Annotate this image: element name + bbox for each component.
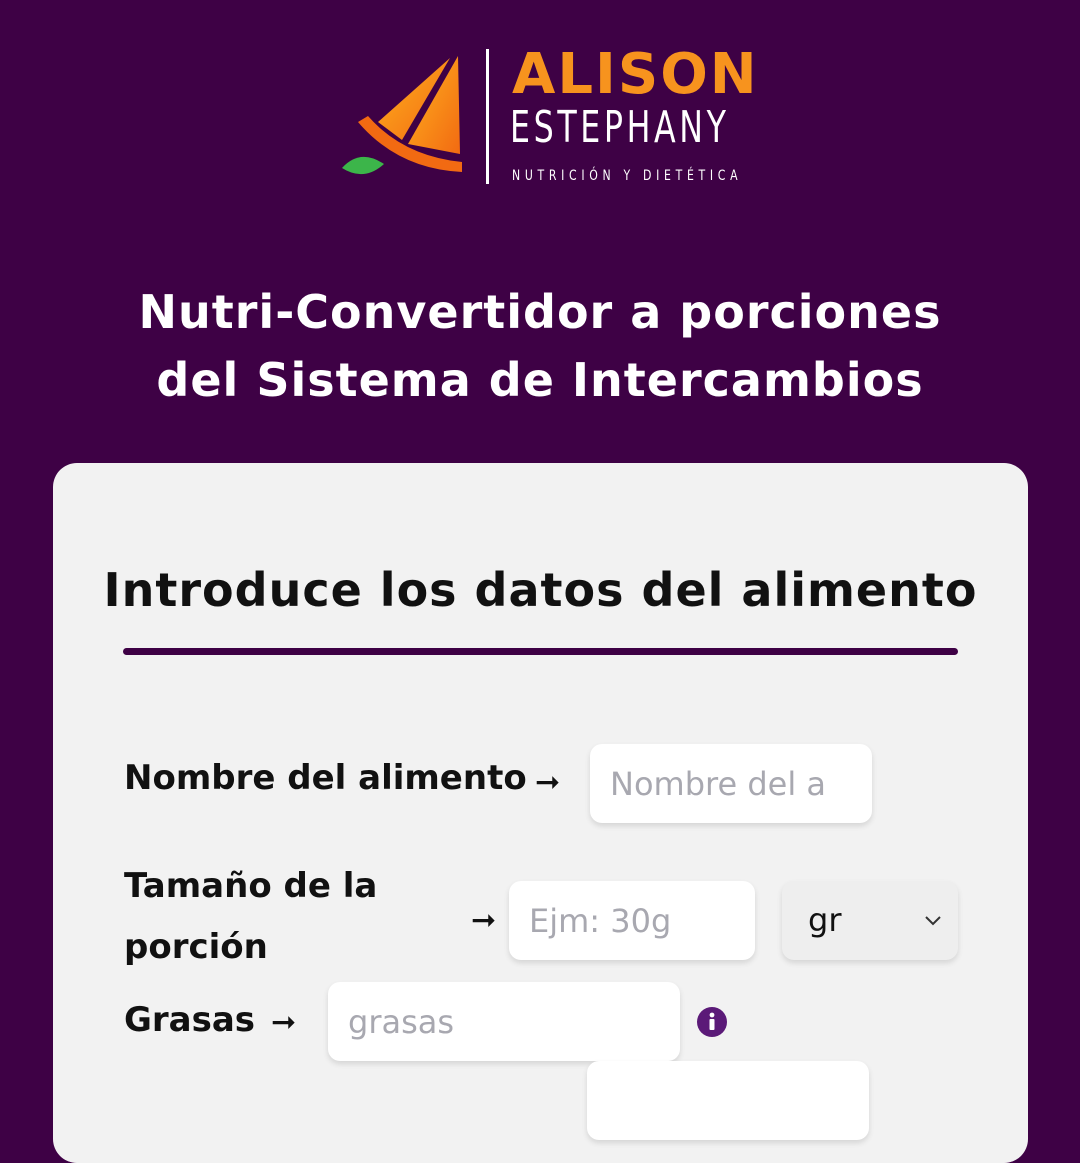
title-underline-divider: [123, 648, 958, 655]
page-title-line-1: Nutri-Convertidor a porciones: [138, 285, 942, 339]
orange-slice-logo-icon: [342, 56, 462, 175]
fats-input[interactable]: [328, 982, 680, 1061]
chevron-down-icon: [925, 916, 941, 926]
food-data-form-card: Introduce los datos del alimento Nombre …: [53, 463, 1028, 1163]
portion-size-input[interactable]: [509, 881, 755, 960]
portion-size-arrow-icon: ➞: [471, 903, 497, 938]
brand-name: ALISON: [512, 42, 759, 107]
portion-unit-select[interactable]: gr: [782, 881, 958, 960]
portion-size-label-line-1: Tamaño de la: [124, 866, 378, 906]
food-name-arrow-icon: ➞: [535, 765, 561, 800]
form-title: Introduce los datos del alimento: [103, 563, 978, 617]
fats-arrow-icon: ➞: [271, 1005, 297, 1040]
page-title-line-2: del Sistema de Intercambios: [156, 353, 924, 407]
logo-divider: [486, 49, 489, 184]
brand-logo: ALISON ESTEPHANY NUTRICIÓN Y DIETÉTICA: [338, 42, 757, 194]
food-name-input[interactable]: [590, 744, 872, 823]
portion-size-label-line-2: porción: [124, 927, 268, 967]
brand-tagline: NUTRICIÓN Y DIETÉTICA: [512, 168, 743, 184]
next-field-input[interactable]: [587, 1061, 869, 1140]
food-name-label: Nombre del alimento: [124, 758, 527, 798]
portion-unit-selected-value: gr: [808, 901, 842, 939]
brand-subname: ESTEPHANY: [510, 102, 730, 153]
info-icon[interactable]: [696, 1006, 728, 1038]
page-title: Nutri-Convertidor a porciones del Sistem…: [0, 278, 1080, 414]
fats-label: Grasas: [124, 1000, 256, 1040]
